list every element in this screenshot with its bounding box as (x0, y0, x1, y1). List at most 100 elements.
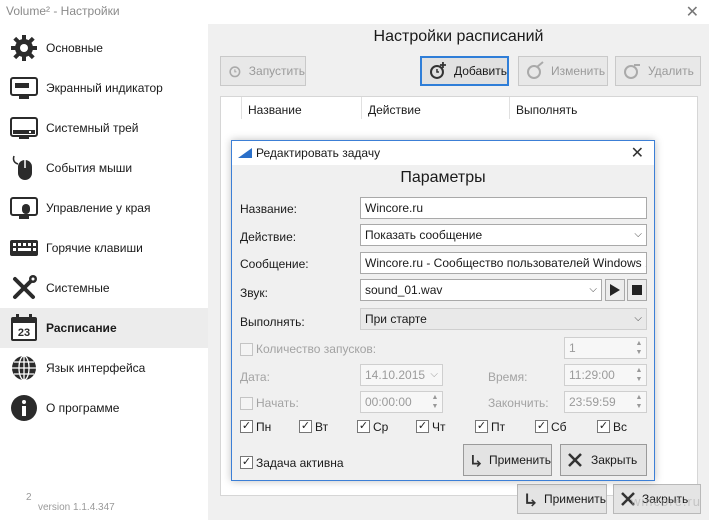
sidebar-item-hotkeys[interactable]: Горячие клавиши (0, 228, 208, 268)
action-label: Действие: (240, 230, 297, 244)
window-close-button[interactable]: ✕ (686, 2, 699, 22)
day-label-sun: Вс (613, 420, 628, 434)
dialog-apply-button[interactable]: Применить (463, 444, 552, 476)
tools-icon (8, 272, 40, 304)
day-checkbox-wed[interactable]: ✓ (357, 420, 370, 433)
spinner-icon: ▲ ▼ (635, 340, 643, 356)
message-value: Wincore.ru - Сообщество пользователей Wi… (365, 256, 647, 270)
day-label-wed: Ср (373, 420, 389, 434)
run-count-value: 1 (569, 341, 576, 355)
apply-icon (526, 493, 536, 507)
start-label: Начать: (256, 396, 299, 410)
task-active-checkbox[interactable]: ✓ (240, 456, 253, 469)
screen-edge-icon (8, 192, 40, 224)
day-checkbox-thu[interactable]: ✓ (416, 420, 429, 433)
delete-task-button[interactable]: Удалить (615, 56, 701, 86)
name-label: Название: (240, 202, 297, 216)
run-task-button[interactable]: Запустить (220, 56, 306, 86)
action-select[interactable]: Показать сообщение ⌵ (360, 224, 647, 246)
sidebar-item-about[interactable]: О программе (0, 388, 208, 428)
end-time-input[interactable]: 23:59:59 ▲ ▼ (564, 391, 647, 413)
date-label: Дата: (240, 370, 270, 384)
spinner-icon: ▲ ▼ (635, 367, 643, 383)
start-time-value: 00:00:00 (365, 395, 412, 409)
start-time-checkbox[interactable] (240, 397, 253, 410)
apply-button[interactable]: Применить (517, 484, 607, 514)
date-picker[interactable]: 14.10.2015 ⌵ (360, 364, 443, 386)
run-count-input[interactable]: 1 ▲ ▼ (564, 337, 647, 359)
globe-icon (8, 352, 40, 384)
add-task-button[interactable]: Добавить (420, 56, 509, 86)
dialog-close-button[interactable]: ✕ (631, 143, 644, 163)
day-label-thu: Чт (432, 420, 446, 434)
sound-select[interactable]: sound_01.wav ⌵ (360, 279, 602, 301)
time-value: 11:29:00 (569, 368, 615, 382)
sidebar-item-general[interactable]: Основные (0, 28, 208, 68)
run-task-label: Запустить (248, 64, 305, 78)
sidebar-item-label: События мыши (46, 161, 133, 175)
sidebar-item-language[interactable]: Язык интерфейса (0, 348, 208, 388)
name-input[interactable]: Wincore.ru (360, 197, 647, 219)
apply-label: Применить (543, 492, 606, 506)
message-input[interactable]: Wincore.ru - Сообщество пользователей Wi… (360, 252, 647, 274)
dialog-title: Редактировать задачу (256, 146, 381, 160)
window-title: Volume² - Настройки (6, 4, 120, 18)
column-separator (509, 97, 510, 119)
day-label-mon: Пн (256, 420, 272, 434)
chevron-down-icon: ⌵ (634, 229, 642, 240)
sidebar-item-schedule[interactable]: 23 Расписание (0, 308, 208, 348)
sidebar-item-label: Системный трей (46, 121, 139, 135)
alarm-clock-remove-icon (624, 64, 640, 79)
volume-logo-icon (238, 148, 252, 158)
column-header-name[interactable]: Название (248, 103, 302, 117)
spinner-icon: ▲ ▼ (431, 394, 439, 410)
run-count-checkbox[interactable] (240, 343, 253, 356)
sidebar-item-system[interactable]: Системные (0, 268, 208, 308)
apply-icon (471, 454, 482, 468)
date-value: 14.10.2015 (365, 368, 426, 382)
page-title: Настройки расписаний (373, 28, 544, 45)
column-separator (361, 97, 362, 119)
day-checkbox-mon[interactable]: ✓ (240, 420, 253, 433)
alarm-clock-add-icon (429, 62, 446, 79)
dialog-apply-label: Применить (488, 453, 551, 467)
day-label-sat: Сб (551, 420, 567, 434)
start-time-input[interactable]: 00:00:00 ▲ ▼ (360, 391, 443, 413)
time-input[interactable]: 11:29:00 ▲ ▼ (564, 364, 647, 386)
calendar-number: 23 (18, 327, 30, 339)
alarm-clock-icon (229, 66, 241, 78)
day-checkbox-sat[interactable]: ✓ (535, 420, 548, 433)
add-task-label: Добавить (453, 64, 507, 78)
sound-value: sound_01.wav (365, 283, 443, 297)
sidebar-item-mouse[interactable]: События мыши (0, 148, 208, 188)
play-icon (610, 284, 620, 296)
day-checkbox-fri[interactable]: ✓ (475, 420, 488, 433)
mouse-icon (8, 152, 40, 184)
sidebar-item-screen-edge[interactable]: Управление у края (0, 188, 208, 228)
chevron-down-icon: ⌵ (634, 313, 642, 324)
column-separator (241, 97, 242, 119)
sidebar-item-tray[interactable]: Системный трей (0, 108, 208, 148)
sidebar-item-label: Управление у края (46, 201, 151, 215)
dialog-close-action-button[interactable]: Закрыть (560, 444, 647, 476)
delete-task-label: Удалить (648, 64, 694, 78)
info-icon (8, 392, 40, 424)
run-mode-value: При старте (365, 312, 427, 326)
sidebar-item-label: Основные (46, 41, 103, 55)
day-checkbox-tue[interactable]: ✓ (299, 420, 312, 433)
day-checkbox-sun[interactable]: ✓ (597, 420, 610, 433)
window-titlebar: Volume² - Настройки ✕ (0, 0, 709, 24)
stop-icon (632, 285, 642, 295)
close-icon (568, 453, 582, 467)
day-label-tue: Вт (315, 420, 329, 434)
edit-task-button[interactable]: Изменить (518, 56, 608, 86)
sidebar-item-label: Язык интерфейса (46, 361, 146, 375)
stop-sound-button[interactable] (627, 279, 647, 301)
column-header-action[interactable]: Действие (368, 103, 421, 117)
play-sound-button[interactable] (605, 279, 625, 301)
task-active-label: Задача активна (256, 456, 344, 470)
sidebar-item-osd[interactable]: Экранный индикатор (0, 68, 208, 108)
run-mode-select[interactable]: При старте ⌵ (360, 308, 647, 330)
edit-task-dialog: Редактировать задачу ✕ Параметры Названи… (231, 140, 655, 481)
column-header-run[interactable]: Выполнять (516, 103, 577, 117)
